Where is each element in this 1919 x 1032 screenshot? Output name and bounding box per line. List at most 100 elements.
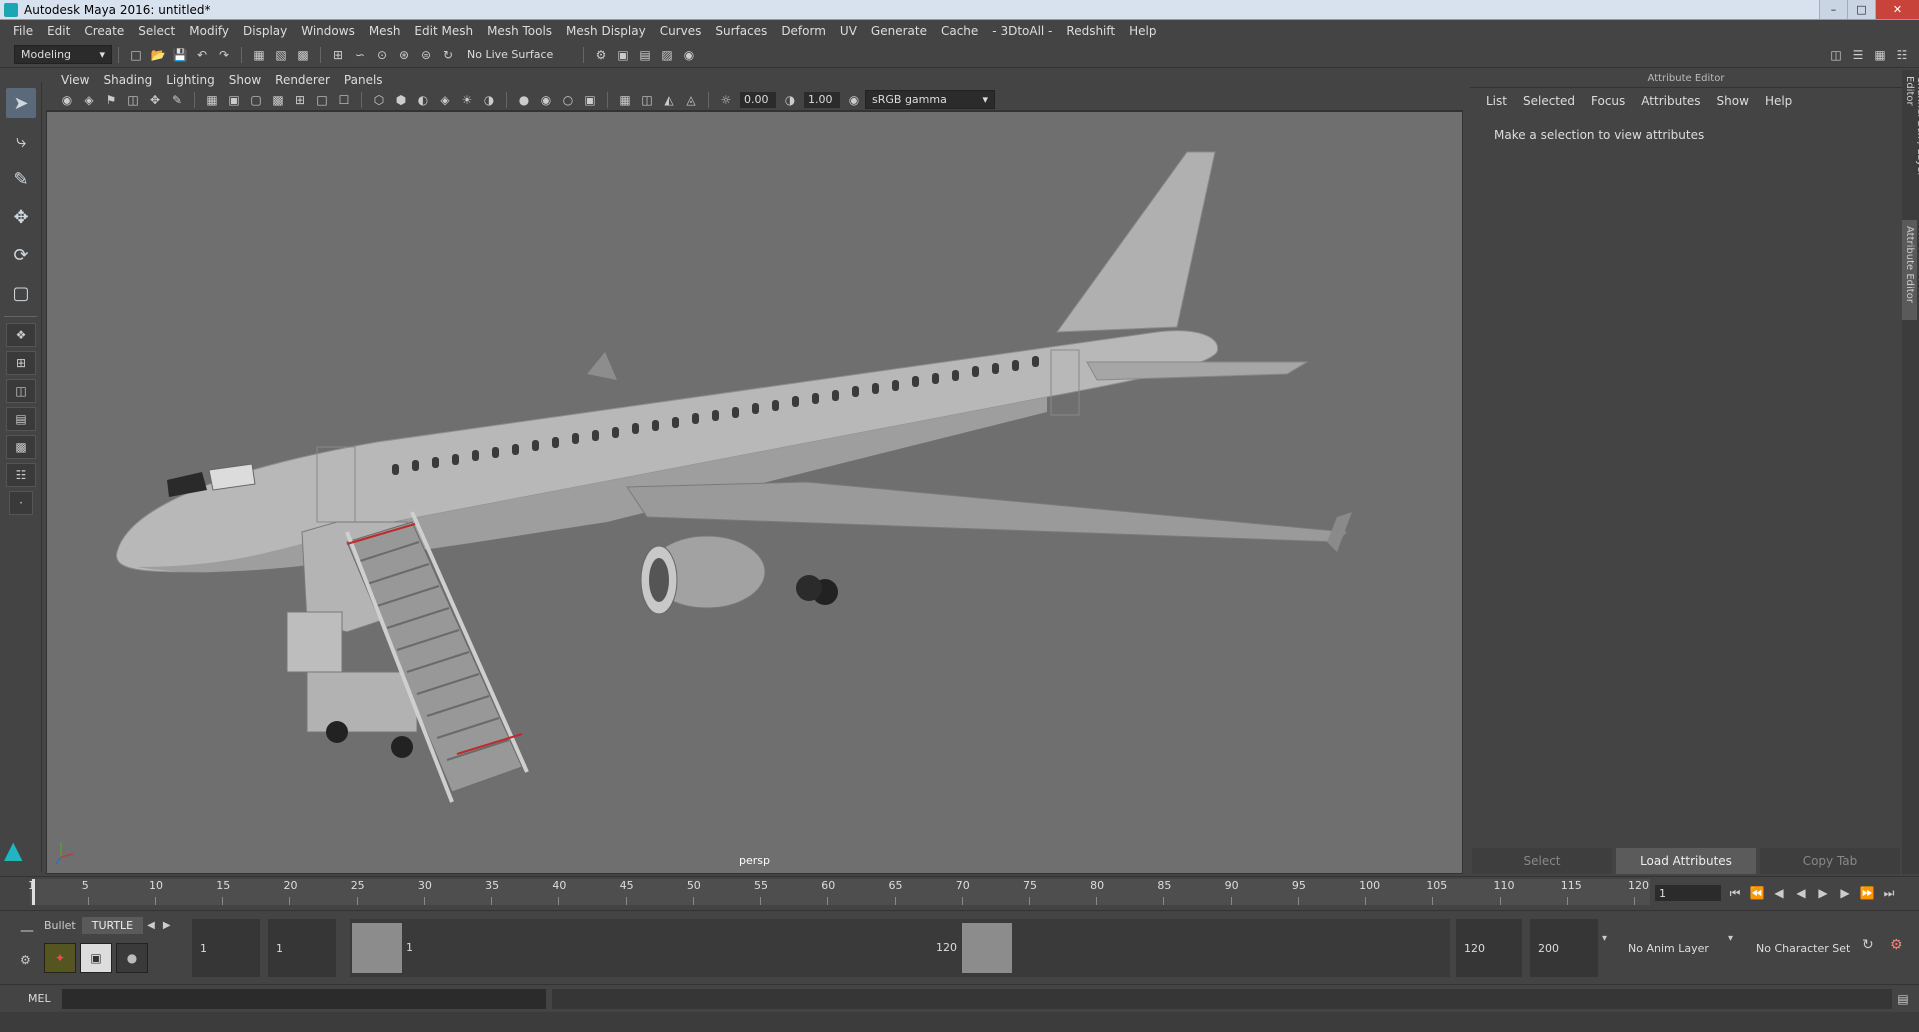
outliner-layout-icon[interactable]: ☷ (6, 463, 36, 487)
motion-blur-icon[interactable]: ◉ (538, 92, 554, 108)
menu-modify[interactable]: Modify (182, 24, 236, 38)
perspective-viewport[interactable]: persp (46, 111, 1463, 874)
ae-copy-tab-button[interactable]: Copy Tab (1760, 848, 1900, 874)
single-perspective-layout-icon[interactable]: ❖ (6, 323, 36, 347)
current-frame-field[interactable]: 1 (1655, 885, 1721, 901)
snap-live-icon[interactable]: ↻ (440, 47, 456, 63)
play-backward-icon[interactable]: ◀ (1793, 885, 1809, 901)
shelf-scroll-right-icon[interactable]: ▶ (159, 920, 175, 931)
animation-end-field[interactable]: 200 (1530, 919, 1598, 977)
color-space-dropdown[interactable]: sRGB gamma ▾ (865, 90, 995, 109)
save-scene-icon[interactable]: 💾 (172, 47, 188, 63)
menu-mesh-display[interactable]: Mesh Display (559, 24, 653, 38)
animation-start-field[interactable]: 1 (192, 919, 260, 977)
menu-3dtoall[interactable]: - 3DtoAll - (985, 24, 1059, 38)
menu-generate[interactable]: Generate (864, 24, 934, 38)
close-button[interactable]: ✕ (1875, 0, 1919, 19)
go-to-end-icon[interactable]: ⏭ (1881, 885, 1897, 901)
use-lights-icon[interactable]: ☀ (459, 92, 475, 108)
gate-mask-icon[interactable]: ▩ (270, 92, 286, 108)
attribute-editor-tab[interactable]: Attribute Editor (1902, 220, 1917, 320)
ipr-render-icon[interactable]: ▨ (659, 47, 675, 63)
panel-menu-renderer[interactable]: Renderer (268, 73, 337, 87)
camera-attr-icon[interactable]: ◈ (81, 92, 97, 108)
xray-joints-icon[interactable]: ◭ (661, 92, 677, 108)
ae-menu-help[interactable]: Help (1757, 94, 1800, 108)
grid-icon[interactable]: ▦ (204, 92, 220, 108)
ae-menu-selected[interactable]: Selected (1515, 94, 1583, 108)
exposure-field[interactable]: 0.00 (740, 91, 776, 108)
snap-point-icon[interactable]: ⊙ (374, 47, 390, 63)
panel-menu-view[interactable]: View (54, 73, 96, 87)
chevron-down-icon[interactable]: ▾ (1728, 933, 1733, 944)
persp-graph-layout-icon[interactable]: ▤ (6, 407, 36, 431)
camera-icon[interactable]: ◉ (59, 92, 75, 108)
animation-prefs-icon[interactable]: ⚙ (1890, 937, 1903, 953)
lasso-tool-icon[interactable]: ⤷ (6, 126, 36, 156)
shelf-tab-turtle[interactable]: TURTLE (81, 916, 144, 934)
outliner-icon[interactable]: ☰ (1850, 47, 1866, 63)
gamma-icon[interactable]: ◑ (782, 92, 798, 108)
redo-icon[interactable]: ↷ (216, 47, 232, 63)
rotate-tool-icon[interactable]: ⟳ (6, 240, 36, 270)
shelf-tab-bullet[interactable]: Bullet (38, 919, 82, 932)
depth-of-field-icon[interactable]: ▣ (582, 92, 598, 108)
multisample-aa-icon[interactable]: ○ (560, 92, 576, 108)
snap-curve-icon[interactable]: ∽ (352, 47, 368, 63)
channel-box-tab[interactable]: Channel Box / Layer Editor (1902, 70, 1919, 210)
chevron-down-icon[interactable]: ▾ (1602, 933, 1607, 944)
menu-mesh[interactable]: Mesh (362, 24, 408, 38)
range-slider[interactable]: 1 120 (350, 919, 1450, 977)
grease-pencil-icon[interactable]: ✎ (169, 92, 185, 108)
menu-mesh-tools[interactable]: Mesh Tools (480, 24, 559, 38)
panel-menu-lighting[interactable]: Lighting (159, 73, 222, 87)
isolate-select-icon[interactable]: ▦ (617, 92, 633, 108)
menu-edit[interactable]: Edit (40, 24, 77, 38)
select-component-icon[interactable]: ▩ (295, 47, 311, 63)
render-view-icon[interactable]: ▣ (615, 47, 631, 63)
script-language-label[interactable]: MEL (0, 992, 62, 1005)
move-tool-icon[interactable]: ✥ (6, 202, 36, 232)
menu-help[interactable]: Help (1122, 24, 1163, 38)
snap-grid-icon[interactable]: ⊞ (330, 47, 346, 63)
hypershade-icon[interactable]: ◉ (681, 47, 697, 63)
time-ruler[interactable]: 1510152025303540455055606570758085909510… (28, 879, 1650, 905)
play-forward-icon[interactable]: ▶ (1815, 885, 1831, 901)
image-plane-icon[interactable]: ◫ (125, 92, 141, 108)
menu-redshift[interactable]: Redshift (1059, 24, 1122, 38)
step-forward-key-icon[interactable]: ▶ (1837, 885, 1853, 901)
range-slider-end-handle[interactable] (962, 923, 1012, 973)
wireframe-on-shaded-icon[interactable]: ◐ (415, 92, 431, 108)
mode-dropdown[interactable]: Modeling ▾ (14, 45, 112, 64)
modeling-toolkit-icon[interactable]: ◫ (1828, 47, 1844, 63)
baking-icon[interactable]: ▣ (80, 943, 112, 973)
menu-uv[interactable]: UV (833, 24, 864, 38)
safe-title-icon[interactable]: ☐ (336, 92, 352, 108)
color-management-icon[interactable]: ◉ (846, 92, 862, 108)
paint-select-icon[interactable]: ✎ (6, 164, 36, 194)
screen-space-ao-icon[interactable]: ● (516, 92, 532, 108)
four-view-layout-icon[interactable]: ⊞ (6, 351, 36, 375)
exposure-icon[interactable]: ☼ (718, 92, 734, 108)
xray-components-icon[interactable]: ◬ (683, 92, 699, 108)
wireframe-icon[interactable]: ⬡ (371, 92, 387, 108)
go-to-start-icon[interactable]: ⏮ (1727, 885, 1743, 901)
panel-menu-show[interactable]: Show (222, 73, 268, 87)
current-frame-marker[interactable] (32, 879, 35, 905)
select-tool-icon[interactable]: ➤ (6, 88, 36, 118)
menu-windows[interactable]: Windows (294, 24, 362, 38)
step-forward-icon[interactable]: ⏩ (1859, 885, 1875, 901)
menu-surfaces[interactable]: Surfaces (708, 24, 774, 38)
new-scene-icon[interactable]: □ (128, 47, 144, 63)
resolution-gate-icon[interactable]: ▢ (248, 92, 264, 108)
safe-action-icon[interactable]: □ (314, 92, 330, 108)
scale-tool-icon[interactable]: ▢ (6, 278, 36, 308)
ae-menu-list[interactable]: List (1478, 94, 1515, 108)
menu-display[interactable]: Display (236, 24, 294, 38)
render-settings-icon[interactable]: ⚙ (593, 47, 609, 63)
snap-surface-icon[interactable]: ⊜ (418, 47, 434, 63)
collapse-icon[interactable]: — (20, 923, 34, 939)
shelf-settings-icon[interactable]: ⚙ (20, 953, 31, 967)
film-gate-icon[interactable]: ▣ (226, 92, 242, 108)
maximize-button[interactable]: □ (1847, 0, 1875, 19)
